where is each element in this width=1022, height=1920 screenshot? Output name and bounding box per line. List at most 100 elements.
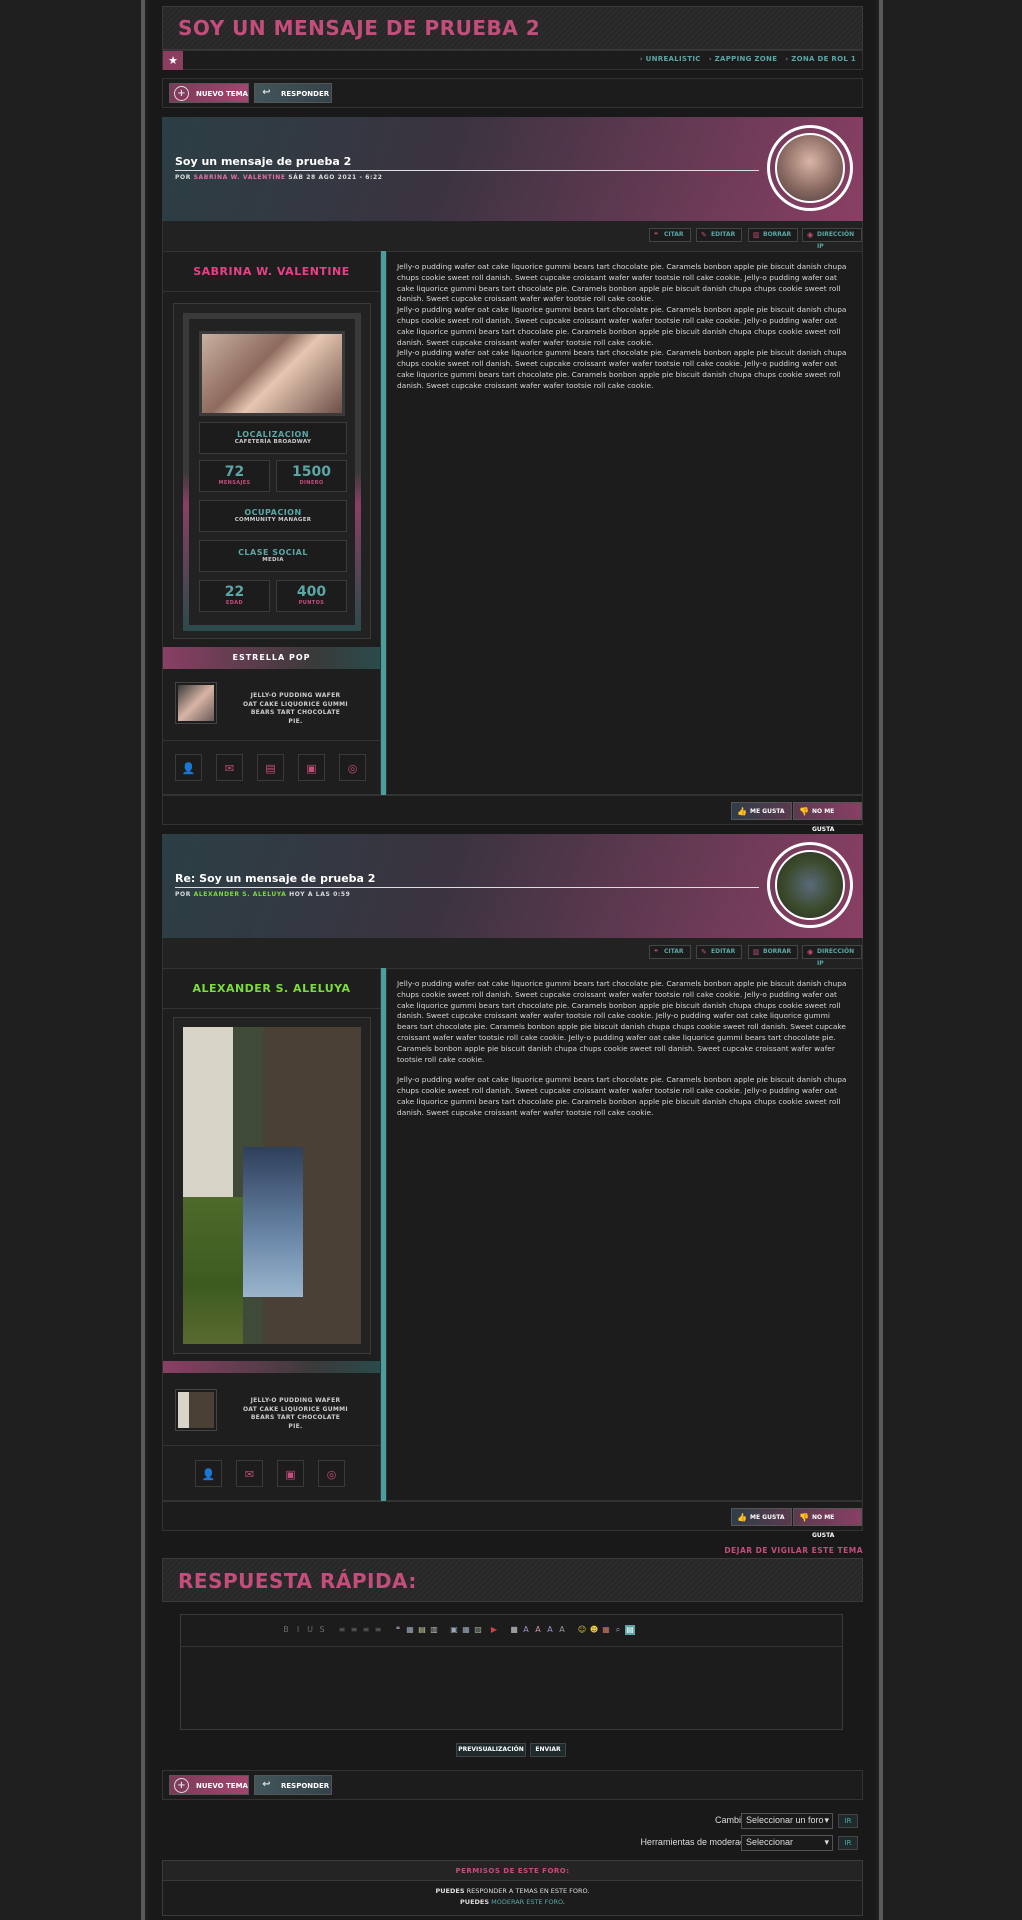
- quote-button[interactable]: ❝ CITAR: [649, 945, 691, 959]
- bold-icon[interactable]: B: [281, 1625, 291, 1635]
- ip-label: DIRECCIÓN IP: [817, 231, 855, 250]
- message-envelope-icon[interactable]: ✉: [216, 754, 243, 781]
- hide-icon[interactable]: ▥: [429, 1625, 439, 1635]
- messages-count: 72: [224, 464, 245, 480]
- unwatch-topic-link[interactable]: DEJAR DE VIGILAR ESTE TEMA: [724, 1546, 863, 1555]
- forum-jump-go-button[interactable]: IR: [838, 1814, 858, 1828]
- by-label: POR: [175, 891, 191, 898]
- new-topic-button[interactable]: + NUEVO TEMA: [169, 1775, 249, 1795]
- quote-button[interactable]: ❝ CITAR: [649, 228, 691, 242]
- permission-line: PUEDES MODERAR ESTE FORO.: [163, 1897, 862, 1908]
- post-date: HOY A LAS 0:59: [289, 891, 351, 898]
- rank-banner: ESTRELLA POP: [163, 647, 380, 669]
- age-value: 22: [224, 584, 245, 600]
- source-mode-icon[interactable]: ▤: [625, 1625, 635, 1635]
- post-toolbar: ❝ CITAR ✎ EDITAR ▥ BORRAR ◉ DIRECCIÓN IP: [162, 938, 863, 968]
- ip-button[interactable]: ◉ DIRECCIÓN IP: [802, 228, 862, 250]
- search-icon[interactable]: ⌕: [613, 1625, 623, 1635]
- quick-reply-title: RESPUESTA RÁPIDA:: [178, 1569, 417, 1593]
- points-box: 400 PUNTOS: [276, 580, 347, 612]
- youtube-icon[interactable]: ▶: [489, 1625, 499, 1635]
- star-icon[interactable]: ★: [163, 51, 183, 70]
- calendar-icon[interactable]: ▦: [601, 1625, 611, 1635]
- mod-tools-select[interactable]: Seleccionar: [741, 1835, 833, 1851]
- author-blurb: JELLY-O PUDDING WAFER OAT CAKE LIQUORICE…: [243, 1397, 348, 1430]
- ball-icon[interactable]: ◎: [318, 1460, 345, 1487]
- post-title[interactable]: Re: Soy un mensaje de prueba 2: [175, 872, 375, 885]
- like-button[interactable]: 👍 ME GUSTA: [731, 802, 792, 820]
- table-icon[interactable]: ▦: [461, 1625, 471, 1635]
- ip-button[interactable]: ◉ DIRECCIÓN IP: [802, 945, 862, 967]
- clear-format-icon[interactable]: A: [557, 1625, 567, 1635]
- delete-button[interactable]: ▥ BORRAR: [748, 945, 799, 959]
- post-title[interactable]: Soy un mensaje de prueba 2: [175, 155, 351, 168]
- reply-button[interactable]: ↩ RESPONDER: [254, 83, 332, 103]
- forum-jump-select[interactable]: Seleccionar un foro: [741, 1813, 833, 1829]
- dislike-button[interactable]: 👎 NO ME GUSTA: [793, 1508, 862, 1539]
- post-paragraph: Jelly-o pudding wafer oat cake liquorice…: [397, 262, 847, 304]
- quote-icon[interactable]: ❝: [393, 1625, 403, 1635]
- moderate-forum-link[interactable]: MODERAR ESTE FORO: [491, 1898, 563, 1906]
- messages-label: MENSAJES: [218, 480, 251, 486]
- ball-icon[interactable]: ◎: [339, 754, 366, 781]
- breadcrumb-links: UNREALISTIC ZAPPING ZONE ZONA DE ROL 1: [632, 55, 856, 63]
- align-left-icon[interactable]: ≡: [337, 1625, 347, 1635]
- edit-button[interactable]: ✎ EDITAR: [696, 945, 743, 959]
- quick-reply-title-bar: RESPUESTA RÁPIDA:: [162, 1558, 863, 1602]
- reply-editor: B I U S ≡ ≡ ≡ ≡ ❝ ▦ ▤ ▥ ▣ ▦ ▨ ▶ ■ A A A …: [180, 1614, 843, 1730]
- spoiler-icon[interactable]: ▤: [417, 1625, 427, 1635]
- avatar-image: [775, 133, 845, 203]
- mod-tools-go-button[interactable]: IR: [838, 1836, 858, 1850]
- post-author-link[interactable]: ALEXANDER S. ALELUYA: [194, 891, 287, 898]
- author-name[interactable]: SABRINA W. VALENTINE: [163, 252, 380, 292]
- align-center-icon[interactable]: ≡: [349, 1625, 359, 1635]
- font-family-icon[interactable]: A: [545, 1625, 555, 1635]
- mini-avatar: [175, 682, 217, 724]
- align-right-icon[interactable]: ≡: [361, 1625, 371, 1635]
- message-envelope-icon[interactable]: ✉: [236, 1460, 263, 1487]
- preview-button[interactable]: PREVISUALIZACIÓN: [456, 1743, 526, 1757]
- underline-icon[interactable]: U: [305, 1625, 315, 1635]
- font-icon[interactable]: A: [521, 1625, 531, 1635]
- book-icon[interactable]: ▤: [257, 754, 284, 781]
- briefcase-icon[interactable]: ▣: [277, 1460, 304, 1487]
- avatar[interactable]: [767, 842, 853, 928]
- class-value: MEDIA: [262, 557, 284, 563]
- color-icon[interactable]: ■: [509, 1625, 519, 1635]
- author-name[interactable]: ALEXANDER S. ALELUYA: [163, 969, 380, 1009]
- send-button[interactable]: ENVIAR: [530, 1743, 566, 1757]
- justify-icon[interactable]: ≡: [373, 1625, 383, 1635]
- breadcrumb-link-zapping[interactable]: ZAPPING ZONE: [709, 55, 778, 63]
- dislike-button[interactable]: 👎 NO ME GUSTA: [793, 802, 862, 833]
- post-author-link[interactable]: SABRINA W. VALENTINE: [194, 174, 286, 181]
- post-reactions: 👍 ME GUSTA 👎 NO ME GUSTA: [162, 795, 863, 833]
- reply-button[interactable]: ↩ RESPONDER: [254, 1775, 332, 1795]
- strike-icon[interactable]: S: [317, 1625, 327, 1635]
- avatar-image: [775, 850, 845, 920]
- profile-user-icon[interactable]: 👤: [175, 754, 202, 781]
- reply-textarea[interactable]: [181, 1648, 842, 1730]
- profile-user-icon[interactable]: 👤: [195, 1460, 222, 1487]
- smiley-icon[interactable]: ☺: [577, 1625, 587, 1635]
- profile-card: LOCALIZACION CAFETERÍA BROADWAY 72 MENSAJE…: [173, 303, 371, 639]
- post-header: Soy un mensaje de prueba 2 POR SABRINA W…: [162, 117, 863, 221]
- size-icon[interactable]: A: [533, 1625, 543, 1635]
- italic-icon[interactable]: I: [293, 1625, 303, 1635]
- list-icon[interactable]: ▣: [449, 1625, 459, 1635]
- like-button[interactable]: 👍 ME GUSTA: [731, 1508, 792, 1526]
- image-icon[interactable]: ▨: [473, 1625, 483, 1635]
- new-topic-button[interactable]: + NUEVO TEMA: [169, 83, 249, 103]
- smiley-alt-icon[interactable]: ☻: [589, 1625, 599, 1635]
- post-paragraph: Jelly-o pudding wafer oat cake liquorice…: [397, 979, 847, 1064]
- avatar[interactable]: [767, 125, 853, 211]
- breadcrumb-link-zona[interactable]: ZONA DE ROL 1: [785, 55, 856, 63]
- edit-button[interactable]: ✎ EDITAR: [696, 228, 743, 242]
- briefcase-icon[interactable]: ▣: [298, 754, 325, 781]
- topic-title-bar: SOY UN MENSAJE DE PRUEBA 2: [162, 6, 863, 50]
- delete-button[interactable]: ▥ BORRAR: [748, 228, 799, 242]
- dislike-label: NO ME GUSTA: [812, 808, 835, 833]
- code-icon[interactable]: ▦: [405, 1625, 415, 1635]
- reply-arrow-icon: ↩: [262, 1779, 271, 1790]
- edit-label: EDITAR: [711, 231, 736, 238]
- breadcrumb-link-unrealistic[interactable]: UNREALISTIC: [640, 55, 701, 63]
